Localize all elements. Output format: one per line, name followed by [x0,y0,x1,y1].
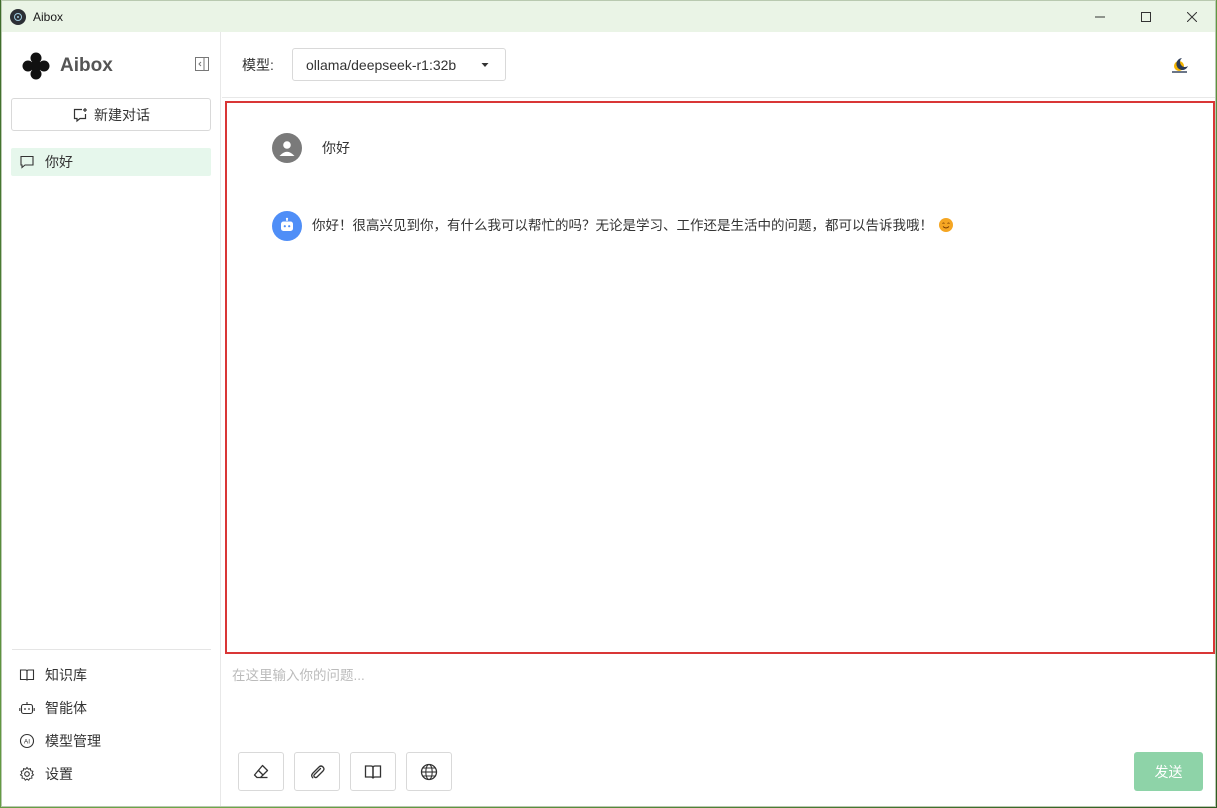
knowledge-base-button[interactable] [350,752,396,791]
paperclip-icon [311,764,325,778]
maximize-button[interactable] [1123,1,1169,32]
new-chat-label: 新建对话 [94,106,150,123]
logo-icon [22,52,50,80]
new-chat-icon [73,107,87,122]
logo-text: Aibox [60,55,113,76]
header: 模型: ollama/deepseek-r1:32b [222,32,1215,98]
nav-label: 设置 [45,766,73,782]
caret-down-icon [481,63,489,67]
attach-button[interactable] [294,752,340,791]
book-icon [19,669,35,681]
title-bar: Aibox [2,1,1215,32]
robot-icon [19,702,35,715]
sidebar-divider [12,649,211,650]
assistant-avatar [272,211,302,241]
sun-moon-icon [1172,58,1188,73]
nav-model-management[interactable]: AI 模型管理 [19,730,101,752]
close-icon [1187,11,1197,22]
assistant-message: 你好！很高兴见到你，有什么我可以帮忙的吗？无论是学习、工作还是生活中的问题，都可… [272,211,953,241]
conversation-item[interactable]: 你好 [11,148,211,176]
book-icon [364,764,382,779]
send-button[interactable]: 发送 [1134,752,1203,791]
nav-knowledge-base[interactable]: 知识库 [19,664,87,686]
maximize-icon [1141,11,1151,22]
conversation-label: 你好 [45,154,73,170]
nav-agents[interactable]: 智能体 [19,697,87,719]
assistant-message-text: 你好！很高兴见到你，有什么我可以帮忙的吗？无论是学习、工作还是生活中的问题，都可… [312,214,953,234]
assistant-message-body: 你好！很高兴见到你，有什么我可以帮忙的吗？无论是学习、工作还是生活中的问题，都可… [312,218,933,233]
model-label: 模型: [242,57,274,73]
sidebar-collapse-icon [195,57,209,71]
theme-toggle-button[interactable] [1170,55,1190,75]
svg-text:AI: AI [24,739,30,746]
model-select-value: ollama/deepseek-r1:32b [306,56,457,73]
main-panel: 模型: ollama/deepseek-r1:32b 你好 你好！很高兴见到你，… [222,32,1215,806]
collapse-sidebar-button[interactable] [194,56,210,72]
chat-bubble-icon [20,155,34,169]
new-chat-button[interactable]: 新建对话 [11,98,211,131]
nav-label: 智能体 [45,700,87,716]
web-search-button[interactable] [406,752,452,791]
user-message: 你好 [272,133,350,163]
eraser-icon [253,764,269,778]
chat-messages-area: 你好 你好！很高兴见到你，有什么我可以帮忙的吗？无论是学习、工作还是生活中的问题… [225,101,1215,654]
sidebar: Aibox 新建对话 你好 知识库 智能体 AI 模型管理 设置 [2,32,221,806]
nav-label: 模型管理 [45,733,101,749]
clear-button[interactable] [238,752,284,791]
smile-emoji-icon [939,218,953,232]
nav-settings[interactable]: 设置 [19,763,73,785]
app-icon [10,8,26,25]
robot-icon [281,217,293,231]
minimize-button[interactable] [1077,1,1123,32]
nav-label: 知识库 [45,667,87,683]
model-select[interactable]: ollama/deepseek-r1:32b [292,48,506,81]
input-area: 发送 [222,656,1215,806]
app-window: Aibox Aibox 新建对话 你好 知识库 智能体 AI 模型管理 设置 模… [1,0,1216,807]
user-avatar [272,133,302,163]
user-message-text: 你好 [322,140,350,156]
window-title: Aibox [33,9,64,24]
close-button[interactable] [1169,1,1215,32]
question-input[interactable] [232,664,1202,734]
ai-icon: AI [19,733,35,749]
globe-icon [420,763,438,780]
window-controls [1077,1,1215,32]
logo: Aibox [22,52,113,80]
user-icon [279,141,295,156]
minimize-icon [1095,16,1105,17]
gear-icon [19,766,35,781]
